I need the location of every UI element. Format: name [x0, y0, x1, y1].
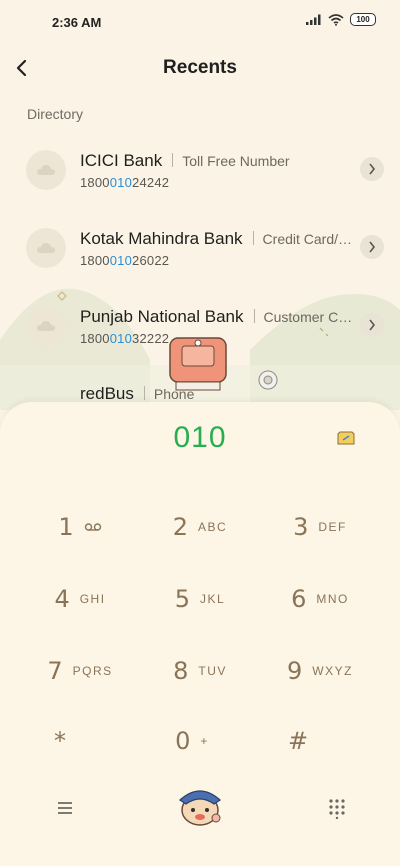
key-4[interactable]: 4 GHI [20, 569, 140, 629]
chevron-right-icon[interactable] [360, 235, 384, 259]
voicemail-icon [84, 523, 101, 531]
directory-item-icici[interactable]: ICICI Bank Toll Free Number 180001024242 [0, 130, 400, 200]
directory-item-pnb[interactable]: Punjab National Bank Customer C… 18000103… [0, 286, 400, 356]
key-7[interactable]: 7 PQRS [20, 641, 140, 701]
cloud-avatar-icon [26, 150, 66, 190]
contact-name-line: Punjab National Bank Customer C… [80, 307, 352, 327]
wifi-icon [328, 13, 344, 26]
contact-desc: Customer C… [263, 309, 353, 325]
dialer-bottom-bar [0, 772, 400, 842]
app-header: Recents [0, 44, 400, 92]
chevron-right-icon[interactable] [360, 157, 384, 181]
key-6[interactable]: 6 MNO [260, 569, 380, 629]
contact-name-line: Kotak Mahindra Bank Credit Card/… [80, 229, 352, 249]
contact-desc: Toll Free Number [182, 153, 290, 169]
cloud-avatar-icon [26, 306, 66, 346]
dialer-panel: 010 1 2 ABC 3 DEF 4 GHI 5 JKL 6 MNO 7 PQRS 8 TU… [0, 402, 400, 866]
signal-icon [306, 14, 321, 25]
contact-name: Kotak Mahindra Bank [80, 229, 243, 248]
menu-icon[interactable] [54, 797, 76, 819]
status-icons: 100 [306, 13, 376, 26]
key-star[interactable]: * [0, 711, 120, 771]
cloud-avatar-icon [26, 228, 66, 268]
key-5[interactable]: 5 JKL [140, 569, 260, 629]
contact-number: 180001024242 [80, 175, 170, 190]
key-1[interactable]: 1 [20, 497, 140, 557]
contact-name-line: ICICI Bank Toll Free Number [80, 151, 290, 171]
contact-number: 180001026022 [80, 253, 170, 268]
key-3[interactable]: 3 DEF [260, 497, 380, 557]
directory-section-label: Directory [27, 106, 84, 122]
contact-desc: Credit Card/… [262, 231, 353, 247]
contact-name-line: redBus Phone [80, 384, 194, 404]
contact-name: redBus [80, 384, 134, 403]
key-9[interactable]: 9 WXYZ [260, 641, 380, 701]
status-time: 2:36 AM [52, 15, 102, 30]
contact-name: ICICI Bank [80, 151, 163, 170]
contact-number: 180001032222 [80, 331, 170, 346]
page-title: Recents [163, 57, 237, 78]
contact-name: Punjab National Bank [80, 307, 244, 326]
contact-desc: Phone [153, 386, 195, 402]
sim-card-icon[interactable] [336, 430, 356, 446]
key-2[interactable]: 2 ABC [140, 497, 260, 557]
battery-icon: 100 [350, 13, 376, 26]
status-bar: 2:36 AM 100 [0, 0, 400, 44]
key-hash[interactable]: # [238, 711, 358, 771]
call-icon[interactable] [174, 780, 226, 830]
chevron-right-icon[interactable] [360, 313, 384, 337]
directory-item-kotak[interactable]: Kotak Mahindra Bank Credit Card/… 1800010… [0, 208, 400, 278]
dialpad-icon[interactable] [326, 797, 348, 819]
key-0[interactable]: 0 + [132, 711, 252, 771]
key-8[interactable]: 8 TUV [140, 641, 260, 701]
